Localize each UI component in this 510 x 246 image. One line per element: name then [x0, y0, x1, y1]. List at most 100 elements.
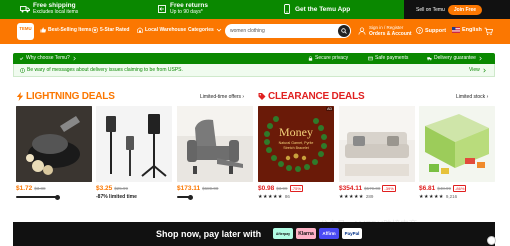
progress-knob [188, 194, 193, 200]
search-input[interactable] [230, 27, 330, 35]
why-delivery-guarantee[interactable]: Delivery guarantee [427, 55, 483, 61]
chevron-right-icon [483, 68, 486, 72]
get-app[interactable]: Get the Temu App [282, 4, 350, 14]
free-returns-sub: Up to 90 days* [170, 9, 203, 15]
clearance-deals-title[interactable]: CLEARANCE DEALS [258, 91, 365, 102]
why-choose-title[interactable]: Why choose Temu? [19, 55, 77, 61]
logo-text: TEMU [19, 26, 32, 31]
product-orig-price: $25.99 [114, 186, 129, 191]
why-safe-payments[interactable]: Safe payments [368, 55, 408, 61]
discount-badge: -75% [289, 185, 303, 192]
rating-stars: ★★★★★ [339, 194, 364, 200]
discount-badge: -39% [382, 185, 396, 192]
join-free-button[interactable]: Join Free [447, 4, 483, 15]
product-price: $173.11 [177, 185, 201, 192]
review-count: 9,216 [445, 194, 458, 199]
pay-later-banner[interactable]: Shop now, pay later with Afterpay Klarna… [13, 222, 495, 246]
free-returns[interactable]: Free returns Up to 90 days* [157, 2, 208, 16]
scroll-top-button[interactable] [487, 236, 496, 245]
star-badge-icon [92, 27, 98, 33]
product-image[interactable] [177, 106, 253, 182]
discount-badge: -86% [453, 185, 467, 192]
why-item-label: Safe payments [375, 55, 409, 61]
account-menu[interactable]: Sign in / Register Orders & Account [358, 25, 412, 37]
money-bracelet-icon: Money Natural Garnet, Pyrite Stretch Bra… [258, 106, 334, 182]
search-button[interactable] [338, 25, 350, 37]
sell-on-temu[interactable]: Sell on Temu Join Free [416, 3, 483, 16]
product-image[interactable] [96, 106, 172, 182]
lightning-deals-title[interactable]: LIGHTNING DEALS [16, 91, 115, 102]
account-line2: Orders & Account [369, 31, 412, 37]
product-price: $3.25 [96, 185, 113, 192]
pay-later-text: Shop now, pay later with [156, 229, 262, 239]
rating: ★★★★★ 289 [339, 194, 415, 200]
product-image[interactable] [16, 106, 92, 182]
why-secure-privacy[interactable]: Secure privacy [308, 55, 348, 61]
progress-bar [16, 194, 60, 200]
clearance-label: CLEARANCE DEALS [268, 91, 365, 102]
review-count: 86 [284, 194, 290, 199]
chevron-right-icon [479, 56, 482, 60]
paypal-logo: PayPal [342, 228, 362, 239]
thumb-up-icon [40, 27, 46, 33]
why-item-label: Secure privacy [315, 55, 349, 61]
product-image[interactable] [339, 106, 415, 182]
product-card[interactable]: Money Natural Garnet, Pyrite Stretch Bra… [258, 106, 334, 200]
product-orig-price: $48.99 [437, 186, 452, 191]
limited-stock-label: Limited stock [456, 94, 486, 100]
nav-label: Local Warehouse [145, 27, 187, 33]
limited-stock-link[interactable]: Limited stock › [456, 94, 488, 100]
product-price: $6.81 [419, 185, 436, 192]
language-selector[interactable]: English [452, 27, 482, 33]
free-shipping[interactable]: Free shipping Excludes local items [20, 2, 78, 16]
user-icon [358, 27, 366, 35]
view-label: View [469, 67, 480, 73]
main-header: TEMU Best-Selling Items 5-Star Rated Loc… [0, 19, 510, 44]
temu-logo[interactable]: TEMU [17, 23, 34, 40]
warning-view-link[interactable]: View [469, 67, 487, 73]
truck-icon [427, 56, 432, 60]
why-item-label: Delivery guarantee [434, 55, 476, 61]
search-icon [341, 28, 347, 34]
money-image-sub1: Natural Garnet, Pyrite [279, 141, 314, 145]
nav-best-selling[interactable]: Best-Selling Items [40, 27, 91, 33]
product-image[interactable] [419, 106, 495, 182]
language-label: English [462, 27, 482, 33]
nav-five-star[interactable]: 5-Star Rated [92, 27, 129, 33]
svg-text:?: ? [418, 28, 421, 33]
check-shield-icon [19, 56, 24, 60]
progress-bar [177, 194, 193, 200]
why-title-label: Why choose Temu? [26, 55, 70, 61]
tag-icon [258, 93, 266, 100]
product-price: $0.98 [258, 185, 275, 192]
cart-button[interactable] [484, 27, 493, 36]
affirm-logo: Affirm [319, 228, 339, 239]
nav-categories[interactable]: Categories [188, 27, 222, 33]
cart-icon [484, 27, 493, 36]
alert-icon [20, 67, 25, 73]
product-card[interactable]: $173.11 $689.00 [177, 106, 253, 200]
product-card[interactable]: $1.72 $3.88 [16, 106, 92, 200]
product-orig-price: $3.99 [276, 186, 288, 191]
product-image[interactable]: Money Natural Garnet, Pyrite Stretch Bra… [258, 106, 334, 182]
support-link[interactable]: ? Support [416, 27, 446, 34]
nav-label: Categories [188, 27, 214, 33]
support-label: Support [425, 27, 447, 34]
product-card[interactable]: $354.11 $579.00 -39% ★★★★★ 289 [339, 106, 415, 200]
nav-local-warehouse[interactable]: Local Warehouse [137, 27, 186, 33]
sell-label: Sell on Temu [416, 6, 445, 13]
review-count: 289 [365, 194, 374, 199]
vegetable-chopper-icon [419, 106, 495, 182]
support-icon: ? [416, 27, 423, 34]
product-price: $354.11 [339, 185, 363, 192]
free-returns-title: Free returns [170, 2, 208, 9]
app-label: Get the Temu App [295, 5, 351, 13]
product-card[interactable]: $3.25 $25.99 -87% limited time [96, 106, 172, 200]
product-card[interactable]: $6.81 $48.99 -86% ★★★★★ 9,216 [419, 106, 495, 200]
progress-knob [55, 194, 60, 200]
lightning-label: LIGHTNING DEALS [26, 91, 115, 102]
afterpay-logo: Afterpay [273, 228, 293, 239]
product-price: $1.72 [16, 185, 33, 192]
limited-time-link[interactable]: Limited-time offers › [200, 94, 244, 100]
lock-icon [308, 55, 313, 61]
